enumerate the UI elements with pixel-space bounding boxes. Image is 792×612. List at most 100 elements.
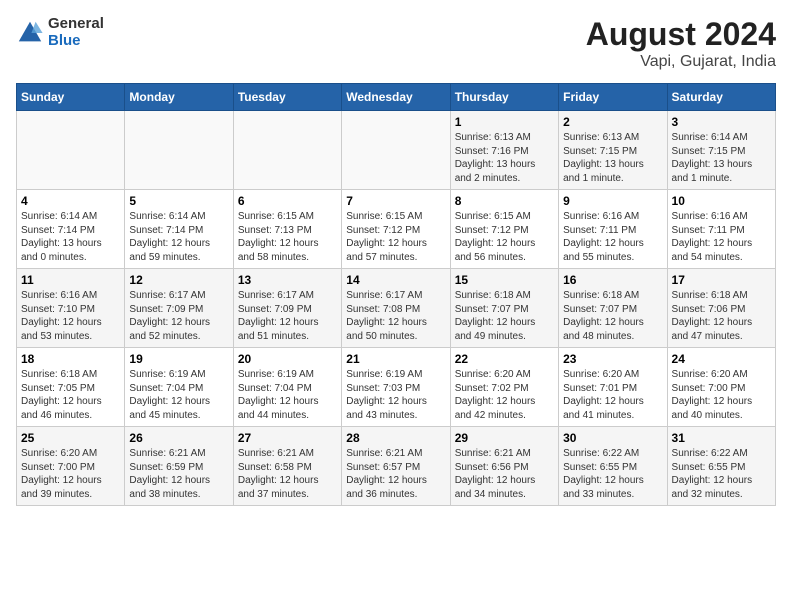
day-number: 17 [672,273,771,287]
calendar-cell: 7 Sunrise: 6:15 AM Sunset: 7:12 PM Daylig… [342,190,450,269]
day-content: Sunrise: 6:15 AM Sunset: 7:12 PM Dayligh… [455,210,554,264]
calendar-cell: 27 Sunrise: 6:21 AM Sunset: 6:58 PM Dayli… [233,427,341,506]
day-number: 11 [21,273,120,287]
day-content: Sunrise: 6:21 AM Sunset: 6:57 PM Dayligh… [346,447,445,501]
day-number: 2 [563,115,662,129]
calendar-cell [233,111,341,190]
day-content: Sunrise: 6:19 AM Sunset: 7:03 PM Dayligh… [346,368,445,422]
calendar-cell: 9Sunrise: 6:16 AM Sunset: 7:11 PM Daylig… [559,190,667,269]
day-content: Sunrise: 6:20 AM Sunset: 7:01 PM Dayligh… [563,368,662,422]
day-content: Sunrise: 6:17 AM Sunset: 7:09 PM Dayligh… [238,289,337,343]
day-number: 23 [563,352,662,366]
calendar-cell: 16 Sunrise: 6:18 AM Sunset: 7:07 PM Dayli… [559,269,667,348]
logo-blue: Blue [48,33,104,50]
day-number: 14 [346,273,445,287]
calendar-cell: 11 Sunrise: 6:16 AM Sunset: 7:10 PM Dayli… [17,269,125,348]
day-content: Sunrise: 6:18 AM Sunset: 7:05 PM Dayligh… [21,368,120,422]
logo-icon [16,19,44,47]
header-tuesday: Tuesday [233,84,341,111]
day-number: 18 [21,352,120,366]
calendar-cell: 24Sunrise: 6:20 AM Sunset: 7:00 PM Dayli… [667,348,775,427]
calendar-cell: 14 Sunrise: 6:17 AM Sunset: 7:08 PM Dayli… [342,269,450,348]
day-number: 5 [129,194,228,208]
day-content: Sunrise: 6:20 AM Sunset: 7:00 PM Dayligh… [21,447,120,501]
day-content: Sunrise: 6:18 AM Sunset: 7:07 PM Dayligh… [455,289,554,343]
header-sunday: Sunday [17,84,125,111]
day-number: 13 [238,273,337,287]
day-number: 7 [346,194,445,208]
calendar-week-0: 1 Sunrise: 6:13 AM Sunset: 7:16 PM Daylig… [17,111,776,190]
day-content: Sunrise: 6:21 AM Sunset: 6:58 PM Dayligh… [238,447,337,501]
calendar-cell: 26Sunrise: 6:21 AM Sunset: 6:59 PM Dayli… [125,427,233,506]
day-number: 6 [238,194,337,208]
page-subtitle: Vapi, Gujarat, India [586,53,776,71]
calendar-cell [342,111,450,190]
day-number: 16 [563,273,662,287]
day-number: 28 [346,431,445,445]
calendar-cell: 25 Sunrise: 6:20 AM Sunset: 7:00 PM Dayli… [17,427,125,506]
day-number: 8 [455,194,554,208]
day-number: 21 [346,352,445,366]
day-number: 20 [238,352,337,366]
day-number: 24 [672,352,771,366]
day-content: Sunrise: 6:13 AM Sunset: 7:16 PM Dayligh… [455,131,554,185]
day-content: Sunrise: 6:17 AM Sunset: 7:08 PM Dayligh… [346,289,445,343]
calendar-cell: 30Sunrise: 6:22 AM Sunset: 6:55 PM Dayli… [559,427,667,506]
day-number: 30 [563,431,662,445]
day-number: 27 [238,431,337,445]
day-content: Sunrise: 6:14 AM Sunset: 7:14 PM Dayligh… [129,210,228,264]
calendar-cell [125,111,233,190]
calendar-cell: 12Sunrise: 6:17 AM Sunset: 7:09 PM Dayli… [125,269,233,348]
header-saturday: Saturday [667,84,775,111]
day-content: Sunrise: 6:14 AM Sunset: 7:14 PM Dayligh… [21,210,120,264]
calendar-cell: 20Sunrise: 6:19 AM Sunset: 7:04 PM Dayli… [233,348,341,427]
day-number: 4 [21,194,120,208]
header-thursday: Thursday [450,84,558,111]
calendar-cell: 28 Sunrise: 6:21 AM Sunset: 6:57 PM Dayli… [342,427,450,506]
day-number: 25 [21,431,120,445]
logo-text: General Blue [48,16,104,49]
day-number: 31 [672,431,771,445]
calendar-cell: 2Sunrise: 6:13 AM Sunset: 7:15 PM Daylig… [559,111,667,190]
logo: General Blue [16,16,104,49]
day-content: Sunrise: 6:15 AM Sunset: 7:13 PM Dayligh… [238,210,337,264]
calendar-week-4: 25 Sunrise: 6:20 AM Sunset: 7:00 PM Dayli… [17,427,776,506]
calendar-cell: 29Sunrise: 6:21 AM Sunset: 6:56 PM Dayli… [450,427,558,506]
day-content: Sunrise: 6:14 AM Sunset: 7:15 PM Dayligh… [672,131,771,185]
calendar-cell: 21 Sunrise: 6:19 AM Sunset: 7:03 PM Dayli… [342,348,450,427]
calendar-cell: 6 Sunrise: 6:15 AM Sunset: 7:13 PM Daylig… [233,190,341,269]
header-monday: Monday [125,84,233,111]
day-content: Sunrise: 6:22 AM Sunset: 6:55 PM Dayligh… [672,447,771,501]
calendar-cell: 3 Sunrise: 6:14 AM Sunset: 7:15 PM Daylig… [667,111,775,190]
header-wednesday: Wednesday [342,84,450,111]
day-content: Sunrise: 6:18 AM Sunset: 7:07 PM Dayligh… [563,289,662,343]
title-block: August 2024 Vapi, Gujarat, India [586,16,776,71]
calendar-cell: 10Sunrise: 6:16 AM Sunset: 7:11 PM Dayli… [667,190,775,269]
calendar-cell: 4 Sunrise: 6:14 AM Sunset: 7:14 PM Daylig… [17,190,125,269]
calendar-cell: 1 Sunrise: 6:13 AM Sunset: 7:16 PM Daylig… [450,111,558,190]
calendar-cell: 18 Sunrise: 6:18 AM Sunset: 7:05 PM Dayli… [17,348,125,427]
day-content: Sunrise: 6:15 AM Sunset: 7:12 PM Dayligh… [346,210,445,264]
calendar-cell: 19Sunrise: 6:19 AM Sunset: 7:04 PM Dayli… [125,348,233,427]
day-content: Sunrise: 6:20 AM Sunset: 7:02 PM Dayligh… [455,368,554,422]
calendar-week-3: 18 Sunrise: 6:18 AM Sunset: 7:05 PM Dayli… [17,348,776,427]
day-number: 15 [455,273,554,287]
calendar-week-2: 11 Sunrise: 6:16 AM Sunset: 7:10 PM Dayli… [17,269,776,348]
day-number: 3 [672,115,771,129]
day-number: 22 [455,352,554,366]
calendar-table: SundayMondayTuesdayWednesdayThursdayFrid… [16,83,776,506]
calendar-cell: 23 Sunrise: 6:20 AM Sunset: 7:01 PM Dayli… [559,348,667,427]
header-friday: Friday [559,84,667,111]
calendar-header-row: SundayMondayTuesdayWednesdayThursdayFrid… [17,84,776,111]
calendar-cell: 8 Sunrise: 6:15 AM Sunset: 7:12 PM Daylig… [450,190,558,269]
calendar-cell: 13 Sunrise: 6:17 AM Sunset: 7:09 PM Dayli… [233,269,341,348]
day-content: Sunrise: 6:17 AM Sunset: 7:09 PM Dayligh… [129,289,228,343]
day-number: 1 [455,115,554,129]
page-title: August 2024 [586,16,776,53]
day-number: 10 [672,194,771,208]
day-content: Sunrise: 6:16 AM Sunset: 7:10 PM Dayligh… [21,289,120,343]
calendar-cell [17,111,125,190]
calendar-cell: 17Sunrise: 6:18 AM Sunset: 7:06 PM Dayli… [667,269,775,348]
calendar-cell: 31 Sunrise: 6:22 AM Sunset: 6:55 PM Dayli… [667,427,775,506]
calendar-cell: 22 Sunrise: 6:20 AM Sunset: 7:02 PM Dayli… [450,348,558,427]
